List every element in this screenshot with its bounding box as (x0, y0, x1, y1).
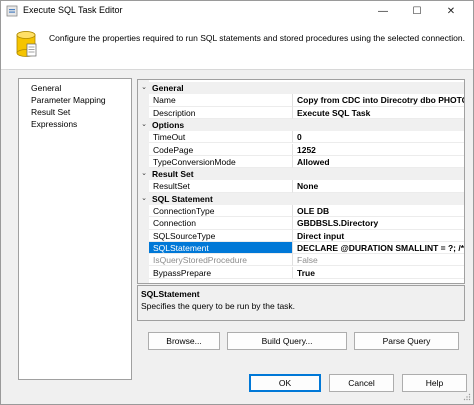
property-value[interactable]: DECLARE @DURATION SMALLINT = ?; /* Ne... (293, 242, 464, 255)
collapse-icon[interactable]: ⌄ (140, 121, 148, 129)
property-label: ResultSet (149, 180, 293, 193)
category-label: SQL Statement (152, 193, 213, 204)
minimize-button[interactable]: — (366, 1, 400, 21)
collapse-icon[interactable]: ⌄ (140, 195, 148, 203)
title-bar[interactable]: Execute SQL Task Editor — ☐ ✕ (1, 1, 473, 21)
property-row-bypassprepare[interactable]: BypassPrepare True (138, 266, 464, 279)
property-row-isquerystoredprocedure: IsQueryStoredProcedure False (138, 254, 464, 267)
nav-item-parameter-mapping[interactable]: Parameter Mapping (31, 95, 106, 106)
category-label: Result Set (152, 169, 194, 180)
dialog-window: Execute SQL Task Editor — ☐ ✕ Configure … (0, 0, 474, 405)
property-grid: ⌄ General Name Copy from CDC into Direco… (137, 79, 465, 284)
property-label: IsQueryStoredProcedure (149, 254, 293, 267)
parse-query-button[interactable]: Parse Query (354, 332, 459, 350)
property-label: BypassPrepare (149, 266, 293, 279)
property-row-connectiontype[interactable]: ConnectionType OLE DB (138, 205, 464, 218)
property-value[interactable]: GBDBSLS.Directory (293, 217, 464, 230)
property-value[interactable]: None (293, 180, 464, 193)
property-value[interactable]: Direct input (293, 230, 464, 242)
property-value[interactable]: 0 (293, 131, 464, 144)
ok-button[interactable]: OK (249, 374, 321, 392)
category-sql-statement[interactable]: ⌄ SQL Statement (138, 192, 464, 205)
window-title: Execute SQL Task Editor (23, 5, 123, 15)
cancel-button[interactable]: Cancel (329, 374, 394, 392)
property-value[interactable]: 1252 (293, 144, 464, 156)
nav-item-expressions[interactable]: Expressions (31, 119, 77, 130)
nav-item-result-set[interactable]: Result Set (31, 107, 70, 118)
property-label: Name (149, 94, 293, 107)
property-row-codepage[interactable]: CodePage 1252 (138, 143, 464, 156)
nav-item-general[interactable]: General (31, 83, 61, 94)
property-label: SQLSourceType (149, 229, 293, 242)
property-label: Description (149, 106, 293, 119)
category-label: Options (152, 119, 185, 130)
property-label: ConnectionType (149, 205, 293, 218)
description-panel: SQLStatement Specifies the query to be r… (137, 285, 465, 321)
property-label: SQLStatement (149, 241, 293, 255)
property-label: TimeOut (149, 131, 293, 144)
build-query-button[interactable]: Build Query... (227, 332, 347, 350)
resize-grip-icon[interactable] (462, 393, 471, 402)
property-row-name[interactable]: Name Copy from CDC into Direcotry dbo PH… (138, 94, 464, 107)
property-row-sqlstatement[interactable]: SQLStatement DECLARE @DURATION SMALLINT … (138, 241, 464, 255)
nav-list: General Parameter Mapping Result Set Exp… (18, 78, 132, 380)
database-icon (16, 31, 37, 57)
property-value[interactable]: True (293, 267, 464, 279)
property-value[interactable]: Execute SQL Task (293, 107, 464, 119)
property-value: False (293, 254, 464, 267)
property-row-timeout[interactable]: TimeOut 0 (138, 131, 464, 144)
description-title: SQLStatement (141, 289, 200, 299)
property-value[interactable]: Copy from CDC into Direcotry dbo PHOTOCO… (293, 94, 464, 107)
property-row-resultset[interactable]: ResultSet None (138, 180, 464, 193)
property-row-typeconversionmode[interactable]: TypeConversionMode Allowed (138, 155, 464, 169)
close-button[interactable]: ✕ (434, 1, 468, 21)
property-label: CodePage (149, 143, 293, 156)
collapse-icon[interactable]: ⌄ (140, 84, 148, 92)
description-text: Specifies the query to be run by the tas… (141, 301, 296, 311)
category-general[interactable]: ⌄ General (138, 82, 464, 95)
property-row-connection[interactable]: Connection GBDBSLS.Directory (138, 217, 464, 230)
header-divider (1, 69, 473, 70)
property-row-description[interactable]: Description Execute SQL Task (138, 106, 464, 119)
category-label: General (152, 83, 184, 93)
category-options[interactable]: ⌄ Options (138, 118, 464, 132)
property-label: Connection (149, 217, 293, 230)
property-value[interactable]: Allowed (293, 156, 464, 169)
header-description: Configure the properties required to run… (49, 33, 465, 43)
collapse-icon[interactable]: ⌄ (140, 170, 148, 178)
property-value[interactable]: OLE DB (293, 205, 464, 218)
maximize-button[interactable]: ☐ (400, 1, 434, 21)
property-row-sqlsourcetype[interactable]: SQLSourceType Direct input (138, 229, 464, 242)
task-icon (6, 5, 18, 17)
browse-button[interactable]: Browse... (148, 332, 220, 350)
category-result-set[interactable]: ⌄ Result Set (138, 168, 464, 181)
help-button[interactable]: Help (402, 374, 467, 392)
header-panel: Configure the properties required to run… (1, 21, 473, 69)
property-label: TypeConversionMode (149, 155, 293, 169)
